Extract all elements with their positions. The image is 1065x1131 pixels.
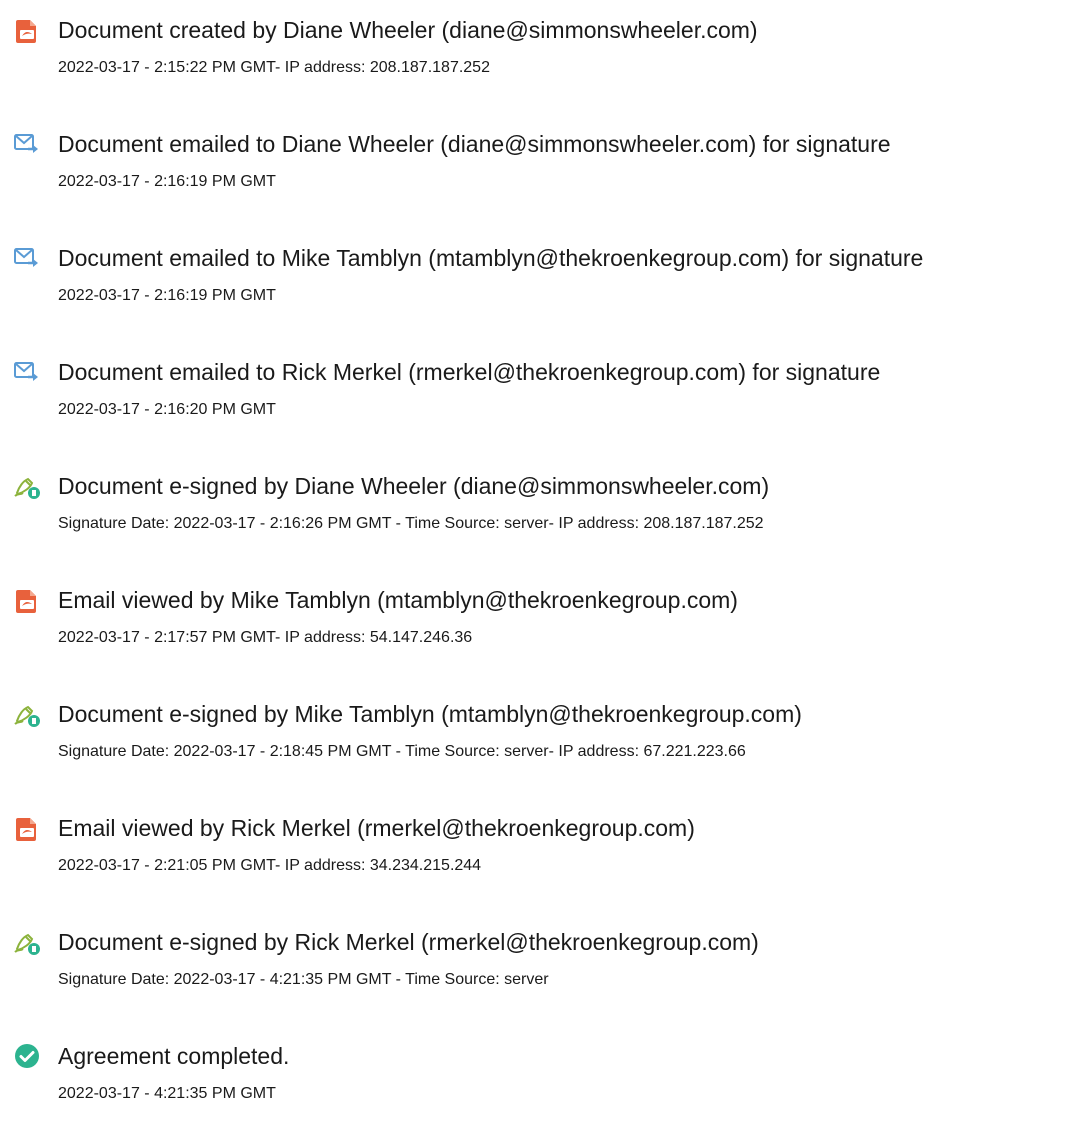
event-title: Email viewed by Mike Tamblyn (mtamblyn@t…	[58, 587, 738, 613]
pdf-icon	[12, 15, 42, 45]
history-event: Document e-signed by Diane Wheeler (dian…	[0, 471, 1065, 561]
event-detail: 2022-03-17 - 2:15:22 PM GMT- IP address:…	[58, 59, 490, 76]
event-detail: Signature Date: 2022-03-17 - 4:21:35 PM …	[58, 971, 549, 988]
event-detail: Signature Date: 2022-03-17 - 2:16:26 PM …	[58, 515, 764, 532]
check-circle-icon	[12, 1041, 42, 1071]
event-title: Document e-signed by Diane Wheeler (dian…	[58, 473, 770, 499]
email-icon	[12, 357, 42, 387]
event-detail: 2022-03-17 - 2:16:19 PM GMT	[58, 287, 276, 304]
event-title: Document created by Diane Wheeler (diane…	[58, 17, 758, 43]
esign-icon	[12, 699, 42, 729]
event-title: Document emailed to Rick Merkel (rmerkel…	[58, 359, 881, 385]
audit-history-log: Document created by Diane Wheeler (diane…	[0, 0, 1065, 1110]
event-title: Agreement completed.	[58, 1043, 290, 1069]
pdf-icon	[12, 585, 42, 615]
event-title: Document e-signed by Rick Merkel (rmerke…	[58, 929, 759, 955]
event-detail: 2022-03-17 - 4:21:35 PM GMT	[58, 1085, 276, 1102]
history-event: Email viewed by Mike Tamblyn (mtamblyn@t…	[0, 585, 1065, 675]
history-event: Document emailed to Mike Tamblyn (mtambl…	[0, 243, 1065, 333]
history-event: Document emailed to Rick Merkel (rmerkel…	[0, 357, 1065, 447]
pdf-icon	[12, 813, 42, 843]
esign-icon	[12, 927, 42, 957]
event-detail: 2022-03-17 - 2:16:20 PM GMT	[58, 401, 276, 418]
history-event: Agreement completed. 2022-03-17 - 4:21:3…	[0, 1041, 1065, 1131]
history-event: Document e-signed by Rick Merkel (rmerke…	[0, 927, 1065, 1017]
event-detail: 2022-03-17 - 2:17:57 PM GMT- IP address:…	[58, 629, 473, 646]
event-title: Email viewed by Rick Merkel (rmerkel@the…	[58, 815, 695, 841]
event-detail: Signature Date: 2022-03-17 - 2:18:45 PM …	[58, 743, 746, 760]
esign-icon	[12, 471, 42, 501]
history-event: Document e-signed by Mike Tamblyn (mtamb…	[0, 699, 1065, 789]
email-icon	[12, 243, 42, 273]
history-event: Email viewed by Rick Merkel (rmerkel@the…	[0, 813, 1065, 903]
email-icon	[12, 129, 42, 159]
event-title: Document emailed to Diane Wheeler (diane…	[58, 131, 891, 157]
event-detail: 2022-03-17 - 2:16:19 PM GMT	[58, 173, 276, 190]
event-title: Document emailed to Mike Tamblyn (mtambl…	[58, 245, 924, 271]
history-event: Document emailed to Diane Wheeler (diane…	[0, 129, 1065, 219]
event-detail: 2022-03-17 - 2:21:05 PM GMT- IP address:…	[58, 857, 482, 874]
history-event: Document created by Diane Wheeler (diane…	[0, 15, 1065, 105]
event-title: Document e-signed by Mike Tamblyn (mtamb…	[58, 701, 802, 727]
